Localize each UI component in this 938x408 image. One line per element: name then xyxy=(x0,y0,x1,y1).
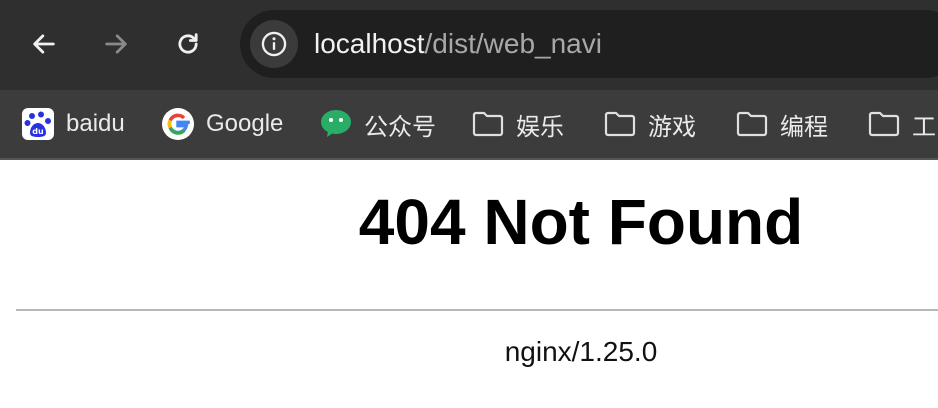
info-icon xyxy=(261,31,287,57)
folder-icon xyxy=(472,108,504,140)
url-path: /dist/web_navi xyxy=(424,28,602,59)
browser-chrome: localhost/dist/web_navi du baidu Google … xyxy=(0,0,938,160)
bookmark-folder-programming[interactable]: 编程 xyxy=(736,102,828,146)
bookmark-label: 工 xyxy=(912,113,936,141)
bookmark-label: 公众号 xyxy=(364,113,436,141)
bookmarks-bar: du baidu Google 公众号 娱乐 游戏 编程 工 xyxy=(0,90,938,158)
bookmark-label: 编程 xyxy=(780,113,828,141)
wechat-icon xyxy=(320,108,352,140)
svg-text:du: du xyxy=(32,127,44,136)
horizontal-rule xyxy=(16,309,938,311)
arrow-right-icon xyxy=(105,34,127,54)
bookmark-baidu[interactable]: du baidu xyxy=(22,102,125,146)
back-button[interactable] xyxy=(22,22,66,66)
browser-toolbar: localhost/dist/web_navi xyxy=(0,0,938,90)
reload-icon xyxy=(178,33,198,54)
google-icon xyxy=(162,108,194,140)
page-title: 404 Not Found xyxy=(358,186,804,258)
bookmark-folder-entertainment[interactable]: 娱乐 xyxy=(472,102,564,146)
url-text[interactable]: localhost/dist/web_navi xyxy=(314,27,602,61)
url-host: localhost xyxy=(314,28,425,59)
bookmark-folder-tools[interactable]: 工 xyxy=(868,102,936,146)
bookmark-folder-games[interactable]: 游戏 xyxy=(604,102,696,146)
reload-button[interactable] xyxy=(166,22,210,66)
folder-icon xyxy=(868,108,900,140)
page-content: 404 Not Found nginx/1.25.0 xyxy=(0,160,938,408)
bookmark-label: 娱乐 xyxy=(516,113,564,141)
bookmark-wechat[interactable]: 公众号 xyxy=(320,102,436,146)
baidu-icon: du xyxy=(22,108,54,140)
bookmark-label: Google xyxy=(206,110,284,137)
site-info-button[interactable] xyxy=(250,20,298,68)
server-signature: nginx/1.25.0 xyxy=(504,336,658,367)
arrow-left-icon xyxy=(33,34,55,54)
forward-button[interactable] xyxy=(94,22,138,66)
bookmark-label: 游戏 xyxy=(648,113,696,141)
address-bar[interactable]: localhost/dist/web_navi xyxy=(240,10,938,78)
folder-icon xyxy=(604,108,636,140)
bookmark-label: baidu xyxy=(66,110,125,137)
bookmark-google[interactable]: Google xyxy=(162,102,283,146)
folder-icon xyxy=(736,108,768,140)
